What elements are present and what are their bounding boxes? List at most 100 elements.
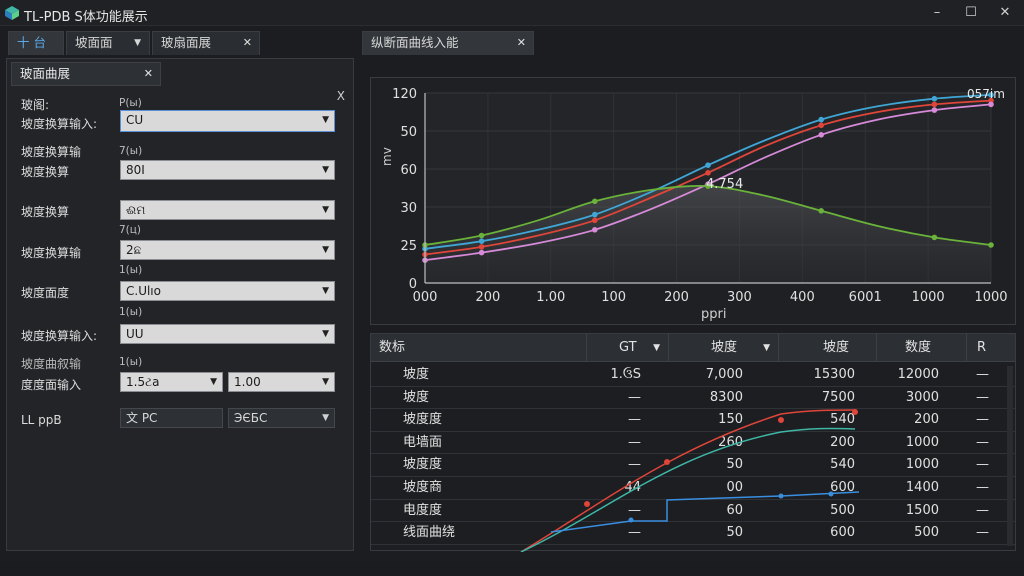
slope-input-select[interactable]: CU ▼: [120, 110, 335, 132]
table-header: 数标 GT ▼ 坡度 ▼ 坡度 数度 R: [371, 334, 1015, 362]
surface-input-select-b[interactable]: 1.00 ▼: [228, 372, 335, 392]
chevron-down-icon: ▼: [210, 377, 217, 387]
x-tick-label: 200: [664, 290, 689, 305]
select-value: UU: [126, 327, 144, 341]
table-row[interactable]: 坡度度 — 150 540 200 —: [371, 409, 1015, 432]
table-row[interactable]: 坡度 1.ઉS 7,000 15300 12000 —: [371, 364, 1015, 387]
y-tick-label: 60: [400, 163, 417, 178]
select-value: 1.5ટ​a: [126, 375, 160, 389]
slope-conversion-select[interactable]: 80I ▼: [120, 160, 335, 180]
x-axis-label: ppri: [701, 307, 726, 322]
chevron-down-icon[interactable]: ▼: [134, 32, 141, 54]
parameter-panel: 玻面曲展 ✕ X 玻阁: P(ы) 坡度换算输入: CU ▼ 坡度换算输 7(ы…: [6, 58, 354, 551]
data-point: [592, 211, 598, 218]
x-tick-label: 6001: [849, 290, 882, 305]
field-unit: 1(ы): [119, 356, 143, 368]
data-point: [818, 132, 824, 138]
column-header[interactable]: 坡度: [779, 334, 877, 362]
column-header[interactable]: 数度: [877, 334, 967, 362]
column-header[interactable]: GT ▼: [587, 334, 669, 362]
table-cell: 1000: [905, 457, 939, 473]
close-icon[interactable]: ✕: [144, 63, 153, 85]
table-cell: —: [976, 412, 989, 428]
chevron-down-icon: ▼: [322, 329, 329, 339]
slope-input-select-2[interactable]: UU ▼: [120, 324, 335, 344]
table-cell: 坡度: [403, 367, 430, 382]
table-cell: 600: [830, 525, 855, 541]
close-button[interactable]: ✕: [988, 2, 1022, 24]
select-value: ଈମ: [126, 203, 146, 217]
field-unit: 7(ы): [119, 145, 143, 157]
chart-annotation: 057im: [967, 87, 1005, 101]
slope-conversion-select-2[interactable]: ଈମ ▼: [120, 200, 335, 220]
mode-select-b[interactable]: ЭЄБС ▼: [228, 408, 335, 428]
surface-input-select-a[interactable]: 1.5ટ​a ▼: [120, 372, 223, 392]
close-icon[interactable]: ✕: [517, 32, 526, 54]
y-axis-label: mv: [380, 147, 394, 166]
field-label: 度度面输入: [21, 378, 82, 392]
column-header[interactable]: 坡度 ▼: [669, 334, 779, 362]
table-row[interactable]: 电墙面 — 260 200 1000 —: [371, 432, 1015, 455]
table-row[interactable]: 电度度 — 60 500 1500 —: [371, 500, 1015, 523]
field-label: 坡度曲叙输: [21, 357, 82, 371]
tab-slope-expand[interactable]: 玻扇面展 ✕: [152, 31, 260, 55]
panel-tab[interactable]: 玻面曲展 ✕: [11, 62, 161, 86]
table-cell: 500: [830, 502, 855, 518]
table-cell: —: [976, 525, 989, 541]
slope-percent-select[interactable]: 2ଛ ▼: [120, 240, 335, 260]
data-point: [818, 122, 824, 129]
table-row[interactable]: 坡度商 44 00 600 1400 —: [371, 477, 1015, 500]
table-cell: —: [628, 412, 641, 428]
vertical-scrollbar[interactable]: [1007, 366, 1013, 546]
data-point: [931, 101, 938, 108]
data-point: [478, 238, 485, 244]
data-point: [931, 107, 938, 113]
select-value: 文 PC: [126, 411, 158, 425]
x-tick-label: 100: [601, 290, 626, 305]
maximize-button[interactable]: ☐: [954, 2, 988, 24]
select-value: C.Ulıo: [126, 284, 161, 298]
left-tab-bar: 十 台 坡面面 ▼ 玻扇面展 ✕: [8, 31, 358, 55]
slope-surface-select[interactable]: C.Ulıo ▼: [120, 281, 335, 301]
chevron-down-icon: ▼: [322, 245, 329, 255]
close-icon[interactable]: ✕: [243, 32, 252, 54]
table-cell: 坡度商: [403, 480, 443, 495]
data-point: [931, 95, 938, 102]
select-value: 1.00: [234, 375, 261, 389]
status-bar: [0, 562, 1024, 576]
x-tick-label: 200: [475, 290, 500, 305]
table-cell: 260: [718, 434, 743, 450]
table-cell: —: [628, 389, 641, 405]
column-header[interactable]: R: [967, 334, 1015, 362]
tab-profile-curve[interactable]: 纵断面曲线入能 ✕: [362, 31, 534, 55]
table-cell: 坡度度: [403, 412, 443, 428]
table-cell: 1000: [905, 434, 939, 450]
column-header[interactable]: 数标: [371, 334, 587, 362]
field-unit: 7(ц): [119, 224, 142, 236]
minimize-button[interactable]: –: [920, 2, 954, 24]
tab-label: 纵断面曲线入能: [371, 35, 459, 50]
data-point: [818, 208, 824, 214]
data-point: [592, 198, 598, 205]
tab-slope-surface[interactable]: 坡面面 ▼: [66, 31, 150, 55]
table-row[interactable]: 线面曲绕 — 50 600 500 —: [371, 522, 1015, 545]
select-value: 2ଛ: [126, 243, 142, 257]
tab-home[interactable]: 十 台: [8, 31, 64, 55]
panel-close-button[interactable]: X: [337, 89, 345, 103]
mode-select-a[interactable]: 文 PC: [120, 408, 223, 428]
table-row[interactable]: 坡度度 — 50 540 1000 —: [371, 454, 1015, 477]
table-row[interactable]: 坡度 — 8300 7500 3000 —: [371, 387, 1015, 410]
field-unit: 1(ы): [119, 306, 143, 318]
table-cell: 电墙面: [403, 434, 443, 450]
chart-canvas: 025306050120000 200 1.00 100 200 300 400 6001 10…: [380, 87, 1008, 322]
data-table: 数标 GT ▼ 坡度 ▼ 坡度 数度 R 坡度 1.ઉS 7,000 15300 12000…: [370, 333, 1016, 552]
data-point: [478, 232, 485, 239]
title-bar: TL-PDB S体功能展示 – ☐ ✕: [0, 0, 1024, 26]
chevron-down-icon: ▼: [322, 115, 329, 125]
data-point: [705, 170, 711, 176]
table-cell: 60: [726, 502, 743, 518]
table-cell: 44: [624, 480, 641, 495]
table-cell: 200: [914, 412, 939, 428]
x-tick-label: 000: [413, 290, 438, 305]
table-cell: —: [976, 502, 989, 518]
